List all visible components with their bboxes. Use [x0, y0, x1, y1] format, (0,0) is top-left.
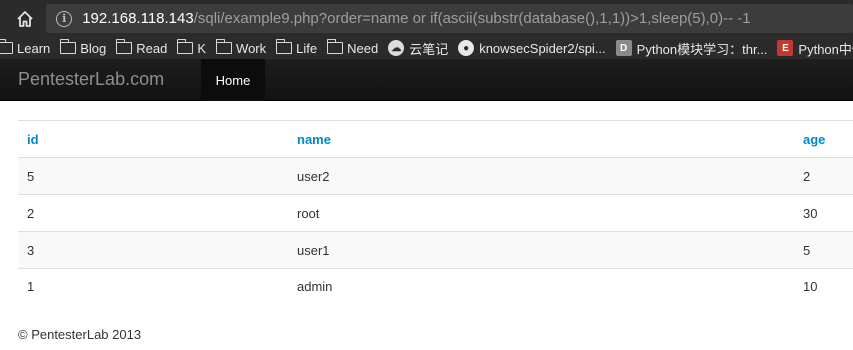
bookmark-label: Blog	[80, 40, 107, 56]
folder-icon	[0, 39, 13, 54]
bookmark-label: Python中使用	[798, 41, 853, 57]
home-icon	[16, 10, 33, 27]
folder-icon	[215, 39, 233, 54]
bookmark-learn[interactable]: Learn	[0, 39, 51, 56]
e-favicon-icon: E	[777, 40, 794, 56]
bookmarks-bar: Learn Blog Read K Work Life Need ☁ 云笔记 ● k…	[0, 37, 853, 59]
table-row: 3 user1 5	[18, 231, 853, 269]
home-button[interactable]	[11, 5, 38, 33]
cell-name: user1	[288, 231, 794, 269]
bookmark-label: Learn	[17, 40, 51, 56]
bookmark-label: Work	[236, 40, 267, 56]
cell-age: 5	[794, 231, 853, 269]
column-header-name[interactable]: name	[288, 120, 794, 158]
bookmark-label: Need	[347, 40, 379, 56]
url-text[interactable]: 192.168.118.143/sqli/example9.php?order=…	[82, 10, 750, 27]
github-icon: ●	[458, 40, 475, 56]
nav-home-link[interactable]: Home	[201, 59, 265, 101]
table-header-row: id name age	[18, 120, 853, 158]
table-row: 2 root 30	[18, 194, 853, 232]
site-brand[interactable]: PentesterLab.com	[18, 69, 164, 90]
column-header-id[interactable]: id	[18, 120, 288, 158]
site-navbar: PentesterLab.com Home	[0, 59, 853, 101]
cell-name: root	[288, 194, 794, 232]
table-row: 5 user2 2	[18, 157, 853, 195]
address-bar[interactable]: i 192.168.118.143/sqli/example9.php?orde…	[46, 4, 853, 33]
bookmark-read[interactable]: Read	[115, 39, 168, 56]
bookmark-blog[interactable]: Blog	[59, 39, 107, 56]
d-favicon-icon: D	[615, 40, 632, 56]
url-path: /sqli/example9.php?order=name or if(asci…	[193, 10, 751, 27]
folder-icon	[115, 39, 133, 54]
cell-age: 30	[794, 194, 853, 232]
bookmark-need[interactable]: Need	[326, 39, 379, 56]
cell-name: user2	[288, 157, 794, 195]
cell-id: 3	[18, 231, 288, 269]
column-header-age[interactable]: age	[794, 120, 853, 158]
bookmark-cloud-notes[interactable]: ☁ 云笔记	[388, 39, 448, 58]
folder-icon	[59, 39, 77, 54]
bookmark-work[interactable]: Work	[215, 39, 267, 56]
folder-icon	[275, 39, 293, 54]
bookmark-label: Read	[136, 40, 168, 56]
bookmark-label: Life	[296, 40, 318, 56]
cell-id: 5	[18, 157, 288, 195]
bookmark-label: K	[197, 40, 207, 56]
info-icon[interactable]: i	[56, 10, 73, 27]
browser-address-row: i 192.168.118.143/sqli/example9.php?orde…	[0, 0, 853, 37]
cell-id: 2	[18, 194, 288, 232]
cell-age: 10	[794, 268, 853, 305]
bookmark-knowsec-spider[interactable]: ● knowsecSpider2/spi...	[458, 40, 606, 56]
bookmark-python-usage[interactable]: EPython中使用	[777, 39, 853, 58]
bookmark-label: 云笔记	[409, 41, 449, 57]
bookmark-label: Python模块学习：thr...	[636, 41, 768, 57]
bookmark-python-module[interactable]: D Python模块学习：thr...	[615, 39, 768, 58]
bookmark-k[interactable]: K	[176, 39, 207, 56]
cell-name: admin	[288, 268, 794, 305]
folder-icon	[326, 39, 344, 54]
cell-id: 1	[18, 268, 288, 305]
bookmark-life[interactable]: Life	[275, 39, 318, 56]
users-table: id name age 5 user2 2 2 root 30 3 user1 …	[18, 120, 853, 305]
page-footer: © PentesterLab 2013	[18, 327, 142, 342]
bookmark-label: knowsecSpider2/spi...	[479, 40, 606, 56]
folder-icon	[176, 39, 194, 54]
table-row: 1 admin 10	[18, 268, 853, 305]
cloud-icon: ☁	[388, 40, 405, 56]
url-host: 192.168.118.143	[82, 10, 194, 27]
cell-age: 2	[794, 157, 853, 195]
